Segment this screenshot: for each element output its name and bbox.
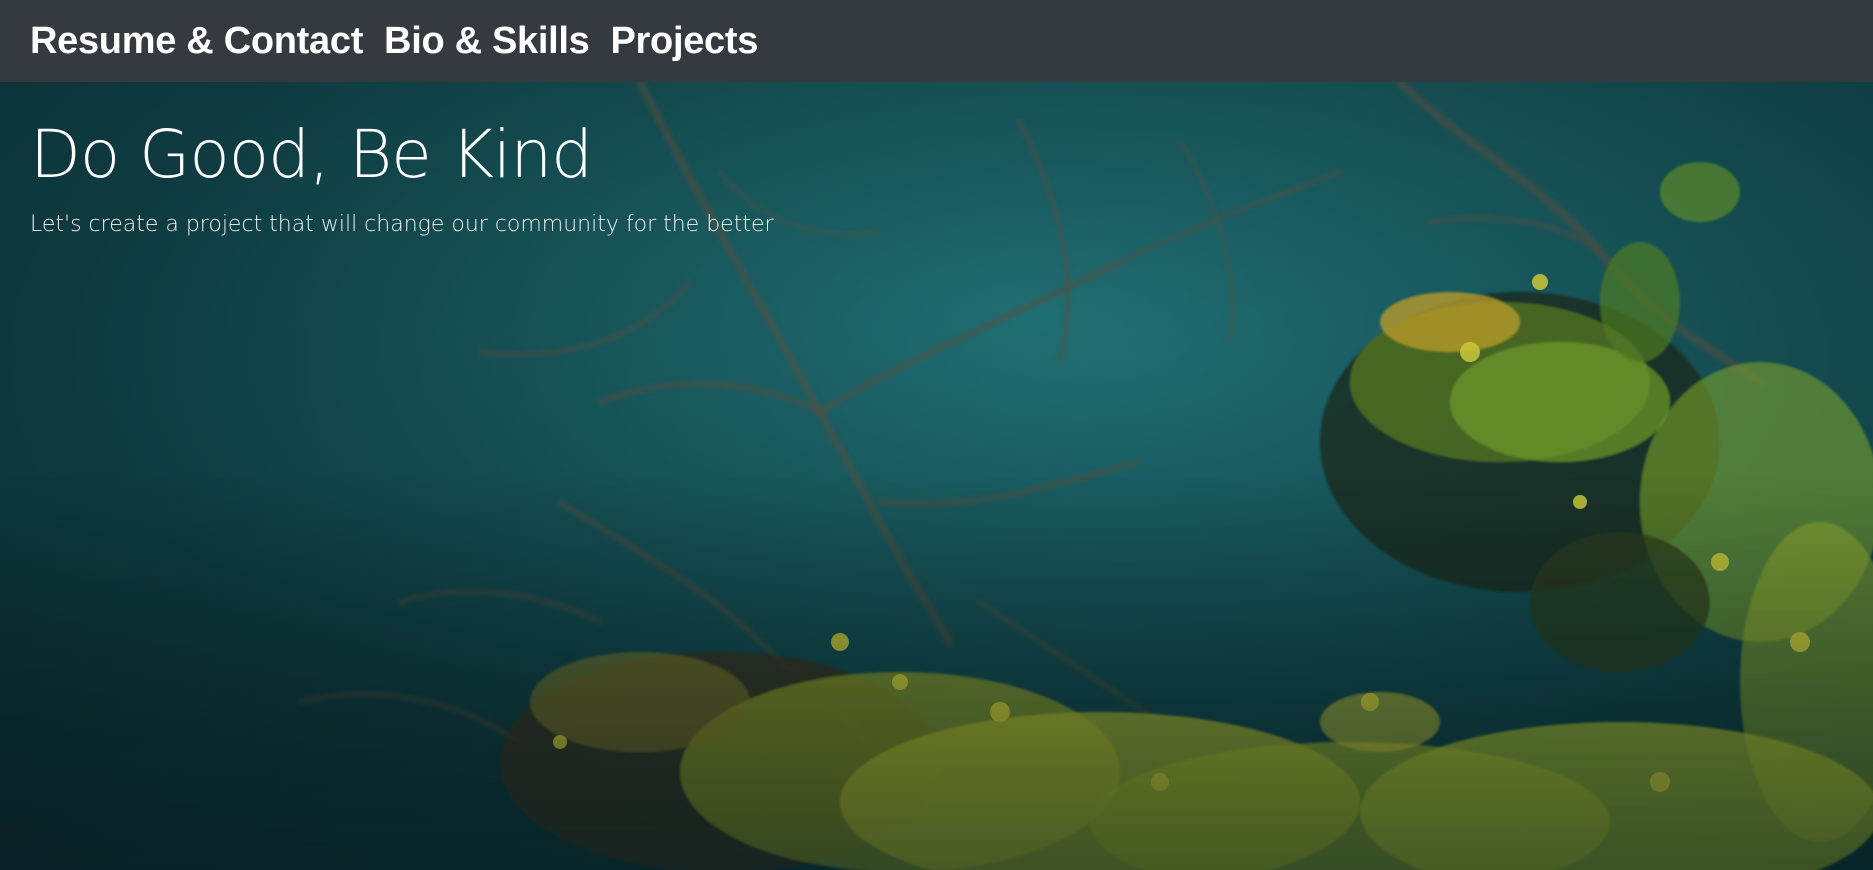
hero-title: Do Good, Be Kind xyxy=(30,116,593,193)
nav-link-projects[interactable]: Projects xyxy=(611,22,759,60)
top-navbar: Resume & Contact Bio & Skills Projects xyxy=(0,0,1873,82)
hero-subtitle: Let's create a project that will change … xyxy=(30,212,774,237)
hero-background-image xyxy=(0,82,1873,870)
nav-link-resume-contact[interactable]: Resume & Contact xyxy=(30,22,363,60)
nav-link-bio-skills[interactable]: Bio & Skills xyxy=(384,22,590,60)
hero-banner: Do Good, Be Kind Let's create a project … xyxy=(0,82,1873,870)
